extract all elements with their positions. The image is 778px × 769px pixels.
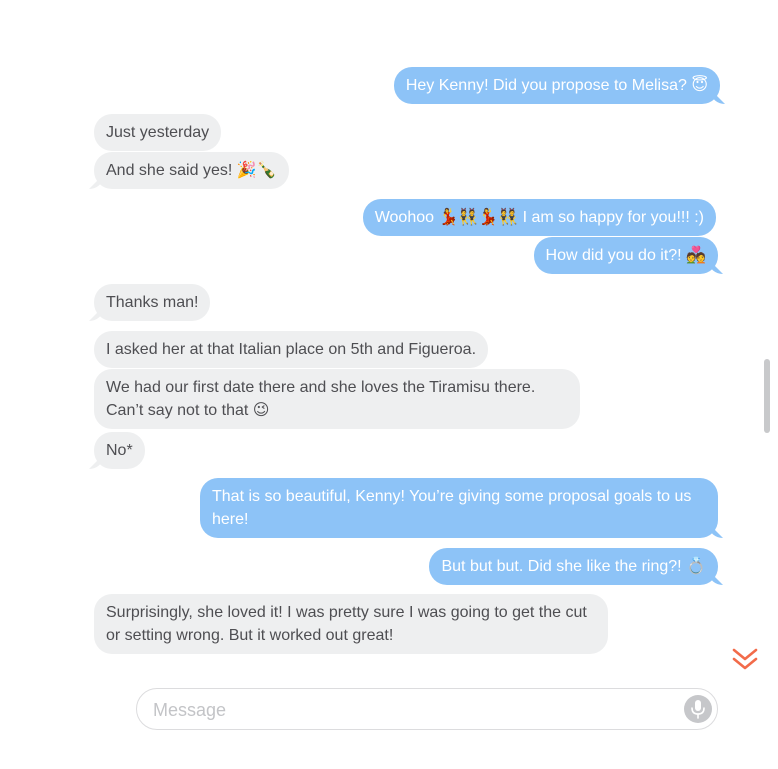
message-bubble-incoming[interactable]: No* xyxy=(94,432,145,469)
message-text: That is so beautiful, Kenny! You’re givi… xyxy=(212,488,692,528)
message-text: And she said yes! 🎉🍾 xyxy=(106,162,277,179)
message-text: No* xyxy=(106,442,133,459)
message-text: But but but. Did she like the ring?! 💍 xyxy=(441,558,706,575)
message-text: Surprisingly, she loved it! I was pretty… xyxy=(106,604,587,644)
microphone-icon[interactable] xyxy=(684,695,712,723)
message-bubble-incoming[interactable]: We had our first date there and she love… xyxy=(94,369,580,429)
message-bubble-incoming[interactable]: Thanks man! xyxy=(94,284,211,321)
message-bubble-incoming[interactable]: I asked her at that Italian place on 5th… xyxy=(94,331,489,368)
message-bubble-outgoing[interactable]: That is so beautiful, Kenny! You’re givi… xyxy=(200,478,718,538)
message-text: We had our first date there and she love… xyxy=(106,379,536,419)
message-bubble-outgoing[interactable]: Hey Kenny! Did you propose to Melisa? 😇 xyxy=(393,67,720,104)
message-text: Hey Kenny! Did you propose to Melisa? 😇 xyxy=(405,77,708,94)
message-text: Thanks man! xyxy=(106,294,199,311)
message-bubble-outgoing[interactable]: How did you do it?! 💑 xyxy=(533,237,718,274)
message-composer xyxy=(136,688,718,730)
message-text: Woohoo 💃👯💃👯 I am so happy for you!!! :) xyxy=(374,209,704,226)
message-bubble-outgoing[interactable]: Woohoo 💃👯💃👯 I am so happy for you!!! :) xyxy=(362,199,716,236)
message-bubble-outgoing[interactable]: But but but. Did she like the ring?! 💍 xyxy=(429,548,718,585)
double-chevron-down-icon[interactable] xyxy=(731,645,759,673)
message-input[interactable] xyxy=(153,698,653,722)
message-bubble-incoming[interactable]: Just yesterday xyxy=(94,114,222,151)
message-text: How did you do it?! 💑 xyxy=(545,247,706,264)
scrollbar-thumb[interactable] xyxy=(764,359,770,433)
message-bubble-incoming[interactable]: And she said yes! 🎉🍾 xyxy=(94,152,289,189)
message-bubble-incoming[interactable]: Surprisingly, she loved it! I was pretty… xyxy=(94,594,608,654)
message-thread: Hey Kenny! Did you propose to Melisa? 😇 … xyxy=(0,0,778,769)
message-text: Just yesterday xyxy=(106,124,210,141)
message-text: I asked her at that Italian place on 5th… xyxy=(106,341,477,358)
